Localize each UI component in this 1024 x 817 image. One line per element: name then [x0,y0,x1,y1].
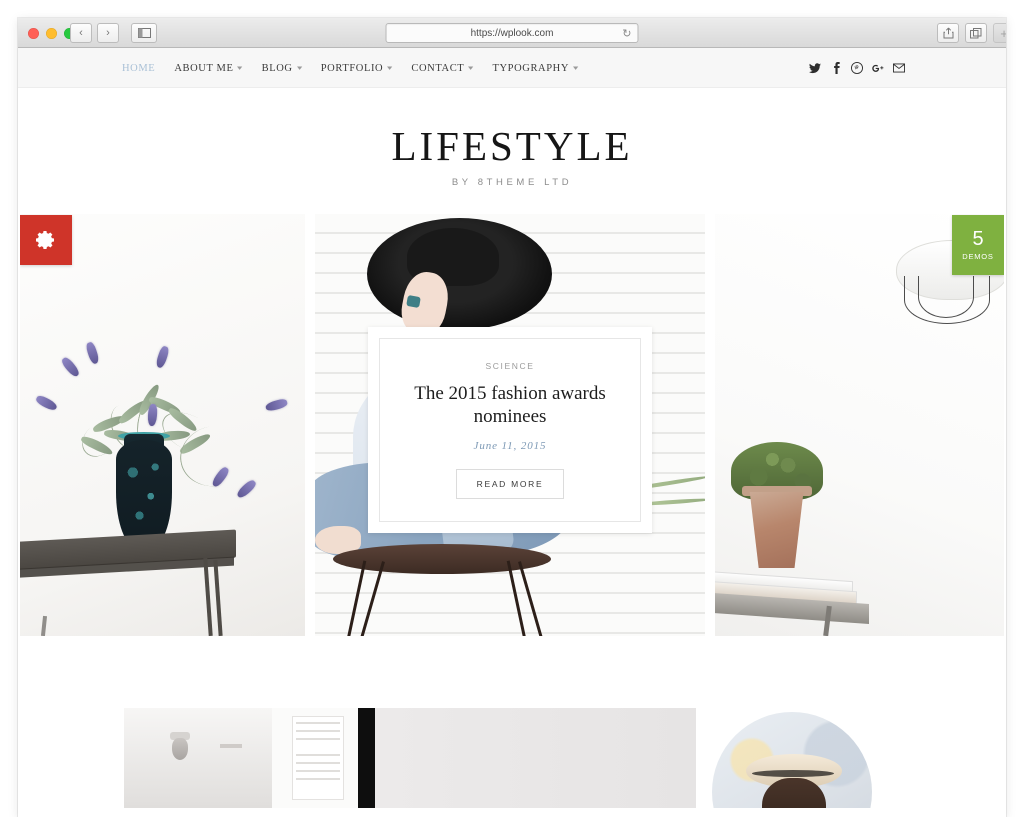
sidebar-toggle-icon[interactable] [131,23,157,43]
nav-item-typography[interactable]: TYPOGRAPHY ▾ [492,63,578,74]
chevron-down-icon: ▾ [387,63,394,72]
back-button[interactable]: ‹ [70,23,92,43]
chevron-down-icon: ▾ [573,63,580,72]
nav-label: TYPOGRAPHY [492,62,570,74]
nav-label: BLOG [261,62,293,74]
minimize-window-button[interactable] [46,28,57,39]
wide-image-strip[interactable] [124,708,696,808]
email-icon[interactable] [893,62,905,74]
tile-potted-plant[interactable]: 5 DEMOS [714,214,1004,636]
featured-post-card[interactable]: SCIENCE The 2015 fashion awards nominees… [368,327,652,533]
tile-hat-portrait[interactable]: SCIENCE The 2015 fashion awards nominees… [315,214,705,636]
browser-nav-buttons: ‹ › [70,23,157,43]
nav-label: ABOUT ME [174,62,234,74]
close-window-button[interactable] [28,28,39,39]
window-controls [28,28,75,39]
tabs-icon[interactable] [965,23,987,43]
tabs-glyph [970,27,982,38]
circular-photo-image [712,712,872,808]
demos-tab-button[interactable]: 5 DEMOS [952,215,1004,275]
new-tab-button[interactable]: + [993,23,1006,43]
post-title[interactable]: The 2015 fashion awards nominees [410,382,610,429]
tile-lavender-vase[interactable] [20,214,306,636]
circular-photo[interactable] [706,708,878,808]
site-tagline: BY 8THEME LTD [451,177,573,188]
demos-count: 5 [972,228,984,250]
nav-item-contact[interactable]: CONTACT ▾ [411,63,473,74]
nav-label: HOME [122,62,156,74]
twitter-icon[interactable] [809,62,821,74]
page-title: LIFESTYLE [391,123,633,169]
browser-toolbar: ‹ › https://wplook.com ↻ + [18,18,1006,48]
nav-item-blog[interactable]: BLOG ▾ [262,63,302,74]
read-more-button[interactable]: READ MORE [455,469,565,500]
nav-label: PORTFOLIO [320,62,384,74]
hero-tile-row: SCIENCE The 2015 fashion awards nominees… [18,214,1006,636]
nav-item-about-me[interactable]: ABOUT ME ▾ [174,63,242,74]
address-bar[interactable]: https://wplook.com ↻ [385,23,639,43]
sidebar-glyph [137,28,151,38]
facebook-icon[interactable] [830,62,842,74]
nav-label: CONTACT [411,62,465,74]
demos-label: DEMOS [962,252,994,261]
main-navigation: HOME ABOUT ME ▾ BLOG ▾ PORTFOLIO ▾ CONTA… [122,48,578,88]
nav-item-portfolio[interactable]: PORTFOLIO ▾ [321,63,393,74]
forward-button[interactable]: › [97,23,119,43]
reload-icon[interactable]: ↻ [622,27,631,41]
google-plus-icon[interactable] [872,62,884,74]
post-date: June 11, 2015 [473,440,547,453]
browser-window: ‹ › https://wplook.com ↻ + HOME ABOUT ME… [18,18,1006,817]
website-viewport: HOME ABOUT ME ▾ BLOG ▾ PORTFOLIO ▾ CONTA… [18,48,1006,816]
pinterest-icon[interactable] [851,62,863,74]
chevron-down-icon: ▾ [296,63,303,72]
lavender-vase-illustration [20,214,306,636]
lower-content-row [18,708,1006,808]
potted-plant-illustration [714,214,1004,636]
site-logo-block: LIFESTYLE BY 8THEME LTD [18,88,1006,214]
social-links [809,48,905,88]
chevron-down-icon: ▾ [468,63,475,72]
featured-post-inner: SCIENCE The 2015 fashion awards nominees… [379,338,641,522]
share-glyph [943,27,953,39]
gear-icon [36,231,54,249]
share-icon[interactable] [937,23,959,43]
chevron-down-icon: ▾ [237,63,244,72]
settings-tab-button[interactable] [20,215,72,265]
toolbar-right-buttons: + [937,23,1006,43]
nav-item-home[interactable]: HOME [122,63,155,74]
url-text: https://wplook.com [470,27,554,39]
site-header: HOME ABOUT ME ▾ BLOG ▾ PORTFOLIO ▾ CONTA… [18,48,1006,88]
post-category-label[interactable]: SCIENCE [486,361,535,371]
